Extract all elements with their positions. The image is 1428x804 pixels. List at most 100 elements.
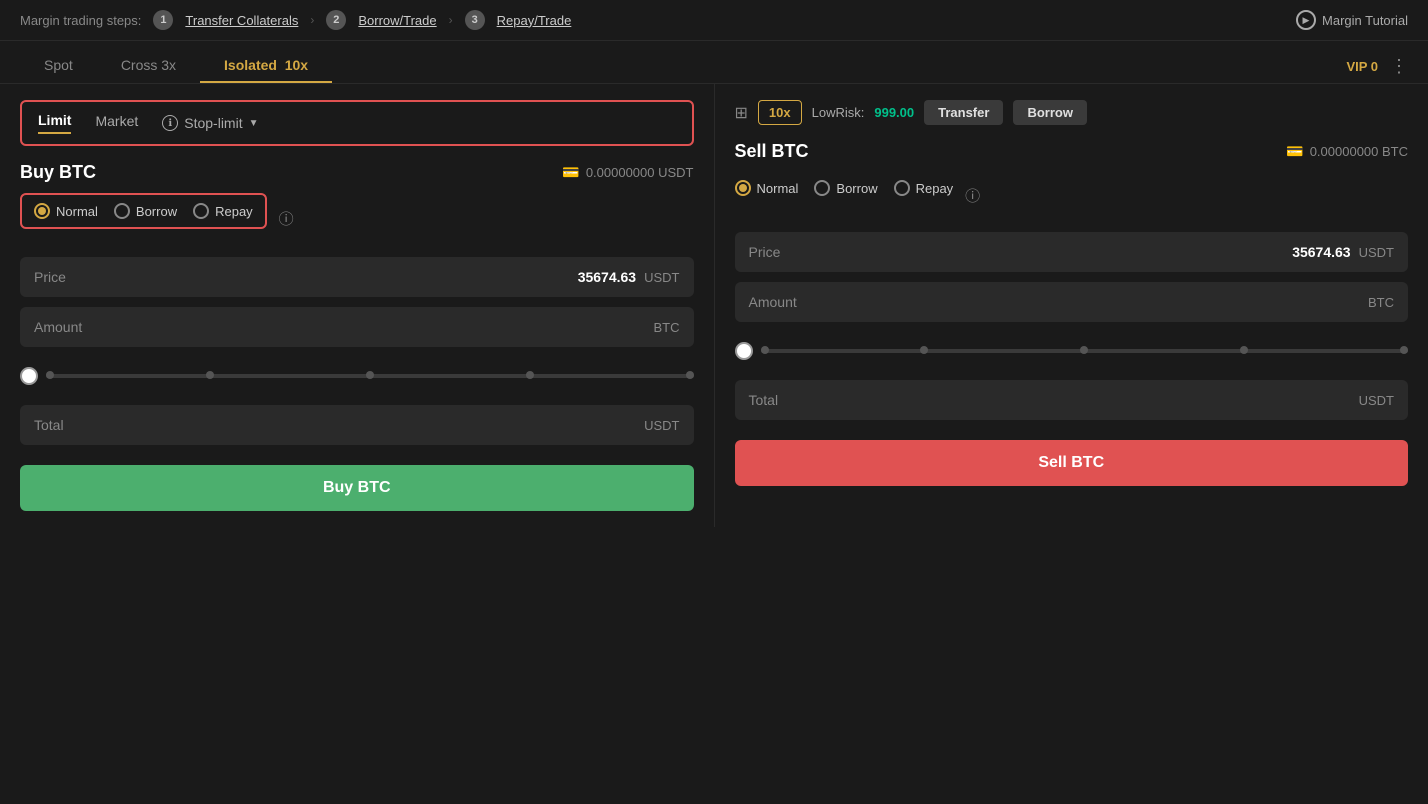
buy-slider-track[interactable] [46, 374, 694, 378]
buy-radio-normal-circle [34, 203, 50, 219]
buy-total-row[interactable]: Total USDT [20, 405, 694, 445]
buy-slider-row[interactable] [20, 357, 694, 395]
sell-slider-dot-3 [1080, 346, 1088, 354]
sell-radio-normal-dot [739, 184, 747, 192]
tab-isolated-label: Isolated [224, 57, 277, 73]
sell-total-row[interactable]: Total USDT [735, 380, 1409, 420]
tab-spot[interactable]: Spot [20, 49, 97, 83]
buy-radio-normal-dot [38, 207, 46, 215]
sell-btc-button[interactable]: Sell BTC [735, 440, 1409, 486]
sell-slider-handle[interactable] [735, 342, 753, 360]
tab-isolated[interactable]: Isolated 10x [200, 49, 332, 83]
transfer-button[interactable]: Transfer [924, 100, 1003, 125]
tab-limit[interactable]: Limit [38, 112, 71, 134]
sell-info-icon[interactable]: ⓘ [965, 185, 980, 206]
sell-amount-row[interactable]: Amount BTC [735, 282, 1409, 322]
tab-stop-limit[interactable]: ℹ Stop-limit ▼ [162, 115, 258, 131]
calculator-icon[interactable]: ⊞ [735, 103, 748, 123]
sell-balance-value: 0.00000000 BTC [1310, 144, 1408, 159]
buy-slider-dot-3 [366, 371, 374, 379]
sell-price-value-group: 35674.63 USDT [1292, 244, 1394, 260]
step3-link[interactable]: Repay/Trade [497, 13, 572, 28]
low-risk-value: 999.00 [874, 105, 914, 120]
vip-badge[interactable]: VIP 0 [1346, 59, 1378, 74]
sell-slider-dot-4 [1240, 346, 1248, 354]
buy-panel-header: Buy BTC 💳 0.00000000 USDT [20, 162, 694, 183]
sell-price-row[interactable]: Price 35674.63 USDT [735, 232, 1409, 272]
step1-num: 1 [153, 10, 173, 30]
step2-num: 2 [326, 10, 346, 30]
wallet-icon-sell: 💳 [1286, 143, 1303, 160]
sell-radio-normal-circle [735, 180, 751, 196]
buy-radio-repay[interactable]: Repay [193, 203, 253, 219]
sell-amount-unit: BTC [1368, 295, 1394, 310]
buy-panel-title: Buy BTC [20, 162, 96, 183]
vip-section: VIP 0 ⋮ [1346, 56, 1408, 77]
sell-amount-label: Amount [749, 294, 797, 310]
sell-price-unit: USDT [1359, 245, 1394, 260]
play-icon: ▶ [1296, 10, 1316, 30]
order-type-tabs: Limit Market ℹ Stop-limit ▼ [20, 100, 694, 146]
buy-total-label: Total [34, 417, 64, 433]
buy-amount-row[interactable]: Amount BTC [20, 307, 694, 347]
sell-panel-title: Sell BTC [735, 141, 809, 162]
step1-link[interactable]: Transfer Collaterals [185, 13, 298, 28]
tab-market[interactable]: Market [95, 113, 138, 133]
buy-amount-label: Amount [34, 319, 82, 335]
tab-stop-limit-label: Stop-limit [184, 115, 242, 131]
buy-btc-button[interactable]: Buy BTC [20, 465, 694, 511]
sell-radio-borrow-circle [814, 180, 830, 196]
sell-price-value: 35674.63 [1292, 244, 1350, 260]
buy-radio-borrow[interactable]: Borrow [114, 203, 177, 219]
sell-slider-row[interactable] [735, 332, 1409, 370]
sell-radio-normal[interactable]: Normal [735, 180, 799, 196]
tutorial-label: Margin Tutorial [1322, 13, 1408, 28]
chevron-down-icon: ▼ [249, 118, 259, 129]
low-risk-label: LowRisk: [812, 105, 865, 120]
sell-slider-track[interactable] [761, 349, 1409, 353]
buy-slider-dot-5 [686, 371, 694, 379]
trading-main: Limit Market ℹ Stop-limit ▼ Buy BTC 💳 0.… [0, 84, 1428, 527]
buy-balance: 💳 0.00000000 USDT [562, 164, 693, 181]
step2-arrow: › [449, 13, 453, 27]
tab-cross[interactable]: Cross 3x [97, 49, 200, 83]
sell-slider-dot-5 [1400, 346, 1408, 354]
margin-steps-bar: Margin trading steps: 1 Transfer Collate… [0, 0, 1428, 41]
sell-balance: 💳 0.00000000 BTC [1286, 143, 1408, 160]
step2-link[interactable]: Borrow/Trade [358, 13, 436, 28]
buy-info-icon[interactable]: ⓘ [279, 208, 294, 229]
buy-slider-dot-4 [526, 371, 534, 379]
buy-price-row[interactable]: Price 35674.63 USDT [20, 257, 694, 297]
buy-radio-repay-label: Repay [215, 204, 253, 219]
sell-panel: ⊞ 10x LowRisk: 999.00 Transfer Borrow Se… [735, 84, 1409, 527]
leverage-bar: ⊞ 10x LowRisk: 999.00 Transfer Borrow [735, 100, 1409, 125]
sell-panel-header: Sell BTC 💳 0.00000000 BTC [735, 141, 1409, 162]
buy-price-label: Price [34, 269, 66, 285]
sell-radio-normal-label: Normal [757, 181, 799, 196]
sell-total-label: Total [749, 392, 779, 408]
info-circle-icon: ℹ [162, 115, 178, 131]
sell-slider-dot-1 [761, 346, 769, 354]
trade-tabs: Spot Cross 3x Isolated 10x VIP 0 ⋮ [0, 41, 1428, 84]
buy-order-mode-group: Normal Borrow Repay [20, 193, 267, 229]
buy-amount-unit: BTC [654, 320, 680, 335]
buy-radio-repay-circle [193, 203, 209, 219]
buy-slider-dot-1 [46, 371, 54, 379]
leverage-button[interactable]: 10x [758, 100, 802, 125]
margin-steps-label: Margin trading steps: [20, 13, 141, 28]
sell-price-label: Price [749, 244, 781, 260]
sell-slider-dot-2 [920, 346, 928, 354]
sell-radio-repay[interactable]: Repay [894, 180, 954, 196]
panel-divider [714, 84, 715, 527]
step3-num: 3 [465, 10, 485, 30]
buy-slider-handle[interactable] [20, 367, 38, 385]
buy-radio-normal[interactable]: Normal [34, 203, 98, 219]
buy-price-value-group: 35674.63 USDT [578, 269, 680, 285]
more-options-icon[interactable]: ⋮ [1390, 56, 1408, 77]
sell-radio-borrow[interactable]: Borrow [814, 180, 877, 196]
buy-radio-borrow-label: Borrow [136, 204, 177, 219]
margin-tutorial[interactable]: ▶ Margin Tutorial [1296, 10, 1408, 30]
borrow-button[interactable]: Borrow [1013, 100, 1087, 125]
tab-isolated-leverage: 10x [285, 57, 308, 73]
buy-slider-dot-2 [206, 371, 214, 379]
